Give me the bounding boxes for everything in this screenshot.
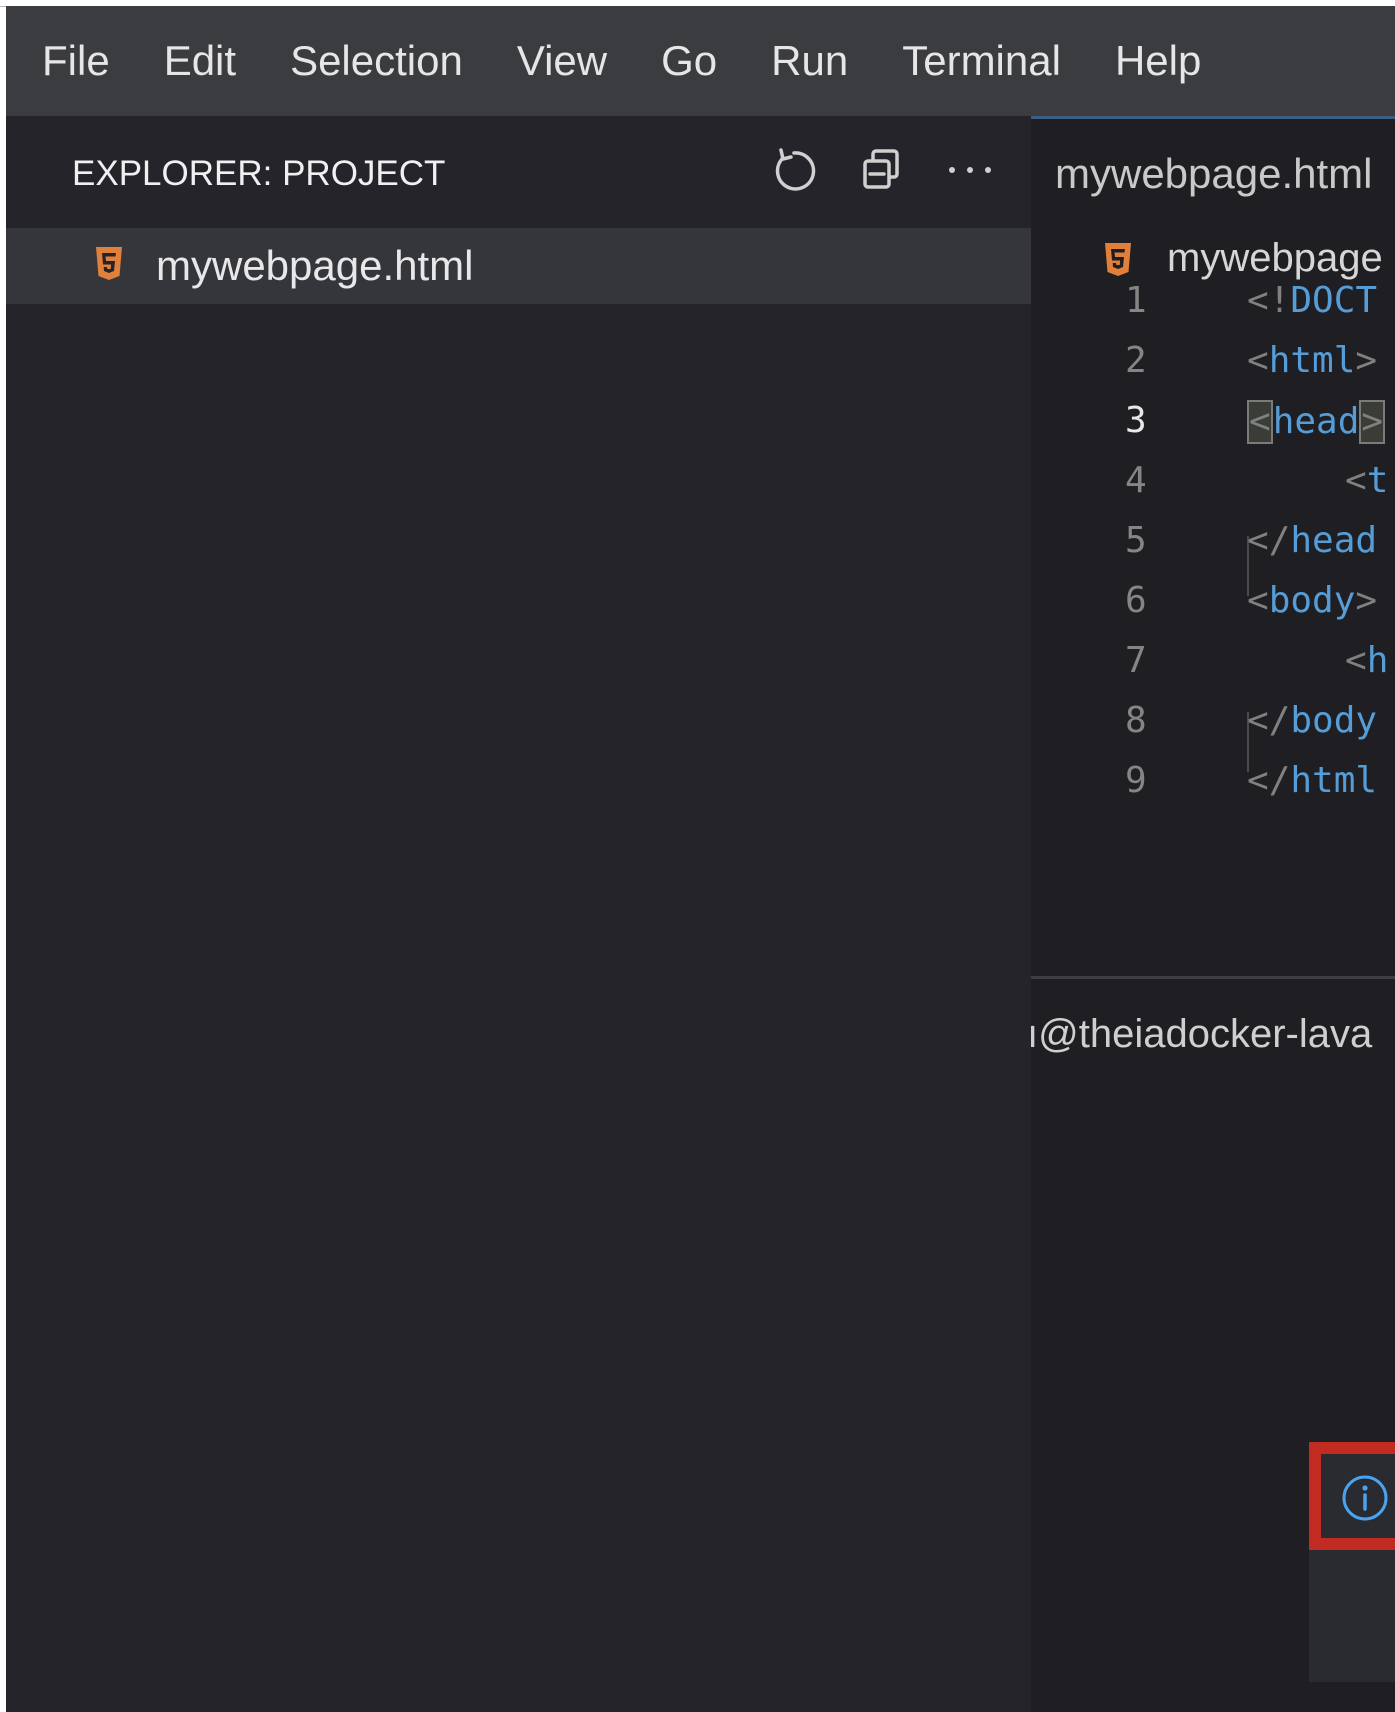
menu-terminal[interactable]: Terminal: [902, 40, 1061, 82]
tab-active-indicator: [1031, 116, 1395, 119]
menu-help[interactable]: Help: [1115, 40, 1201, 82]
code-line[interactable]: 5 </head: [1031, 520, 1395, 580]
more-actions-icon[interactable]: [946, 146, 994, 194]
menu-run[interactable]: Run: [771, 40, 848, 82]
html5-file-icon: [94, 246, 124, 287]
code-line[interactable]: 2 <html>: [1031, 340, 1395, 400]
menu-bar: File Edit Selection View Go Run Terminal…: [6, 6, 1395, 116]
terminal-prompt[interactable]: ı@theiadocker-lava: [1031, 1012, 1372, 1057]
code-line[interactable]: 7 <h: [1031, 640, 1395, 700]
explorer-title: EXPLORER: PROJECT: [72, 154, 446, 193]
code-line[interactable]: 6 <body>: [1031, 580, 1395, 640]
line-number: 3: [1125, 400, 1147, 441]
code-line-active[interactable]: 3 <head>: [1031, 400, 1395, 460]
file-name: mywebpage.html: [156, 242, 474, 289]
html5-file-icon: [1103, 242, 1133, 283]
explorer-header: EXPLORER: PROJECT: [6, 116, 1031, 228]
menu-selection[interactable]: Selection: [290, 40, 463, 82]
menu-view[interactable]: View: [517, 40, 607, 82]
bracket-match: >: [1359, 400, 1386, 444]
line-number: 4: [1125, 460, 1147, 501]
bracket-match: <: [1247, 400, 1273, 444]
menu-file[interactable]: File: [42, 40, 110, 82]
breadcrumb-file: mywebpage: [1167, 236, 1383, 280]
code-line[interactable]: 4 <t: [1031, 460, 1395, 520]
info-icon[interactable]: [1341, 1474, 1389, 1527]
line-number: 7: [1125, 640, 1147, 681]
menu-go[interactable]: Go: [661, 40, 717, 82]
ide-window: File Edit Selection View Go Run Terminal…: [6, 6, 1395, 1712]
line-number: 9: [1125, 760, 1147, 801]
line-number: 6: [1125, 580, 1147, 621]
explorer-panel: EXPLORER: PROJECT mywebpage.html: [6, 116, 1031, 1712]
editor-area: mywebpage.html mywebpage 1 <!DOCT 2 <htm…: [1031, 116, 1395, 1712]
collapse-all-icon[interactable]: [858, 146, 906, 194]
line-number: 5: [1125, 520, 1147, 561]
line-number: 8: [1125, 700, 1147, 741]
code-line[interactable]: 1 <!DOCT: [1031, 280, 1395, 340]
line-number: 2: [1125, 340, 1147, 381]
file-item-mywebpage[interactable]: mywebpage.html: [6, 228, 1031, 304]
editor-tab-mywebpage[interactable]: mywebpage.html: [1055, 150, 1372, 198]
panel-divider[interactable]: [1031, 976, 1395, 979]
code-line[interactable]: 8 </body: [1031, 700, 1395, 760]
refresh-icon[interactable]: [770, 146, 818, 194]
line-number: 1: [1125, 280, 1147, 321]
menu-edit[interactable]: Edit: [164, 40, 236, 82]
code-line[interactable]: 9 </html: [1031, 760, 1395, 820]
